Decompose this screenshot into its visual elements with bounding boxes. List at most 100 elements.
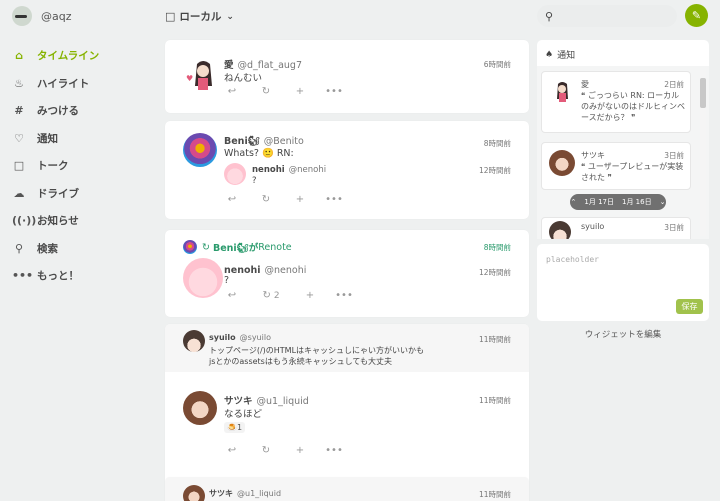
note-text: Whats? 🙂 RN: (224, 148, 294, 159)
reaction-chip[interactable]: 🍮1 (224, 422, 246, 433)
nav-label: 検索 (37, 242, 58, 255)
compose-button[interactable]: ✎ (685, 4, 708, 27)
renote[interactable]: ↻ Beni🐿が Renote 8時間前 nenohi @nenohi 12時間前 … (165, 230, 529, 317)
renoter-name[interactable]: Beni🐿が (213, 240, 258, 254)
chevron-down-icon: ⌄ (226, 11, 234, 22)
avatar[interactable] (183, 485, 205, 501)
note-author[interactable]: サツキ @u1_liquid (224, 393, 309, 407)
note-time[interactable]: 11時間前 (479, 489, 511, 500)
notification-list: 愛 2日前 ❝ ごっつらい RN: ローカルのみがないのはドルヒィンベースだから… (537, 66, 709, 239)
note[interactable]: Beni🐿 @Benito 8時間前 Whats? 🙂 RN: nenohi @ne… (165, 121, 529, 219)
avatar[interactable] (183, 133, 217, 167)
avatar[interactable] (549, 150, 575, 176)
notification-user[interactable]: syuilo (581, 222, 604, 231)
avatar[interactable] (549, 221, 571, 239)
quote-avatar[interactable] (224, 163, 246, 185)
nav-item-explore[interactable]: # みつける (12, 97, 147, 125)
page-title: ローカル (179, 11, 222, 23)
quote-time[interactable]: 12時間前 (479, 165, 511, 176)
edit-widgets-link[interactable]: ウィジェットを編集 (537, 328, 709, 340)
renote-icon[interactable]: ↻ (249, 445, 283, 456)
notification-user[interactable]: 愛 (581, 79, 589, 90)
notification-text[interactable]: ❝ ユーザープレビューが実装された ❞ (581, 161, 686, 183)
bell-icon: ♠ (545, 49, 554, 60)
note-author[interactable]: Beni🐿 @Benito (224, 136, 304, 147)
nav-item-notifications[interactable]: ♡ 通知 (12, 125, 147, 153)
reply-icon[interactable]: ↩ (215, 290, 249, 301)
save-button[interactable]: 保存 (676, 299, 703, 314)
renote-icon[interactable]: ↻ (249, 86, 283, 97)
reply-icon[interactable]: ↩ (215, 86, 249, 97)
timeline-switcher[interactable]: □ ローカル ⌄ (165, 9, 234, 24)
notification-item[interactable]: サツキ 3日前 ❝ ユーザープレビューが実装された ❞ (541, 142, 691, 190)
plus-icon[interactable]: + (283, 445, 317, 456)
avatar[interactable] (183, 391, 217, 425)
note-text: ねんむい (224, 73, 263, 84)
memo-textarea[interactable]: placeholder (546, 255, 599, 264)
more-icon[interactable]: ••• (317, 86, 351, 97)
search-icon: ⚲ (545, 9, 554, 23)
date-prev: 1月 17日 (584, 198, 614, 206)
nav-label: ドライブ (37, 187, 79, 200)
renote-label: Renote (258, 241, 292, 253)
nav-item-more[interactable]: ••• もっと！ (12, 262, 147, 290)
note-time[interactable]: 11時間前 (479, 395, 511, 406)
home-icon: ⌂ (15, 49, 23, 63)
nav-label: タイムライン (37, 50, 100, 63)
nav-label: ハイライト (37, 77, 90, 90)
notification-time: 3日前 (664, 151, 684, 160)
notification-item[interactable]: syuilo 3日前 (541, 217, 691, 239)
more-icon[interactable]: ••• (317, 194, 351, 205)
renote-count: 2 (273, 291, 280, 301)
note-author[interactable]: 愛 @d_flat_aug7 (224, 57, 302, 71)
renote-time[interactable]: 8時間前 (484, 242, 511, 253)
reply-icon[interactable]: ↩ (215, 194, 249, 205)
pencil-icon: ✎ (691, 9, 702, 22)
quote-author[interactable]: nenohi @nenohi (252, 165, 326, 175)
plus-icon[interactable]: + (283, 194, 317, 205)
nav-label: みつける (37, 105, 79, 118)
date-divider: ⌃ 1月 17日 1月 16日 ⌄ (570, 194, 666, 210)
note-actions: ↩ ↻ 2 + ••• (215, 290, 361, 301)
note[interactable]: syuilo @syuilo 11時間前 トップページ(/)のHTMLはキャッシュ… (165, 324, 529, 501)
more-icon[interactable]: ••• (327, 290, 361, 301)
note-text: ? (224, 275, 230, 286)
comments-icon: □ (165, 10, 176, 23)
plus-icon[interactable]: + (283, 86, 317, 97)
note-time[interactable]: 8時間前 (484, 138, 511, 149)
reply-all-icon[interactable]: ↩ (215, 445, 249, 456)
note-time[interactable]: 12時間前 (479, 267, 511, 278)
more-icon[interactable]: ••• (317, 445, 351, 456)
scrollbar-thumb[interactable] (700, 78, 706, 108)
plus-icon[interactable]: + (293, 290, 327, 301)
account-switcher[interactable]: @aqz (12, 6, 72, 26)
notification-user[interactable]: サツキ (581, 150, 605, 161)
avatar[interactable] (183, 330, 205, 352)
reply-author[interactable]: syuilo @syuilo (209, 333, 271, 342)
search-icon: ⚲ (14, 241, 24, 255)
nav-item-search[interactable]: ⚲ 検索 (12, 235, 147, 263)
note[interactable]: サツキ @u1_liquid 11時間前 (165, 477, 529, 501)
note-text: なるほど (224, 409, 263, 420)
note-author[interactable]: サツキ @u1_liquid (209, 488, 281, 499)
nav-item-messaging[interactable]: □ トーク (12, 152, 147, 180)
nav-item-timeline[interactable]: ⌂ タイムライン (12, 42, 147, 70)
note[interactable]: ♥ 愛 @d_flat_aug7 6時間前 ねんむい ↩ ↻ + ••• (165, 40, 529, 113)
renote-button[interactable]: ↻ 2 (249, 290, 293, 301)
nav-item-highlight[interactable]: ♨ ハイライト (12, 70, 147, 98)
note-author[interactable]: nenohi @nenohi (224, 265, 306, 276)
avatar[interactable] (183, 240, 197, 254)
scrollbar[interactable] (700, 70, 706, 236)
notification-item[interactable]: 愛 2日前 ❝ ごっつらい RN: ローカルのみがないのはドルヒィンベースだから… (541, 71, 691, 133)
broadcast-icon: ((·)) (12, 214, 37, 228)
reply-time[interactable]: 11時間前 (479, 334, 511, 345)
notifications-widget: ♠ 通知 愛 2日前 ❝ ごっつらい RN: ローカルのみがないのはドルヒィンベー… (537, 40, 709, 239)
renote-header: ↻ Beni🐿が Renote (183, 240, 292, 254)
search-input[interactable]: ⚲ (537, 5, 677, 27)
avatar[interactable] (549, 79, 575, 105)
note-time[interactable]: 6時間前 (484, 59, 511, 70)
notification-text[interactable]: ❝ ごっつらい RN: ローカルのみがないのはドルヒィンベースだから？ ❞ (581, 90, 686, 123)
nav-item-drive[interactable]: ☁ ドライブ (12, 180, 147, 208)
nav-item-announcements[interactable]: ((·)) お知らせ (12, 207, 147, 235)
renote-icon[interactable]: ↻ (249, 194, 283, 205)
